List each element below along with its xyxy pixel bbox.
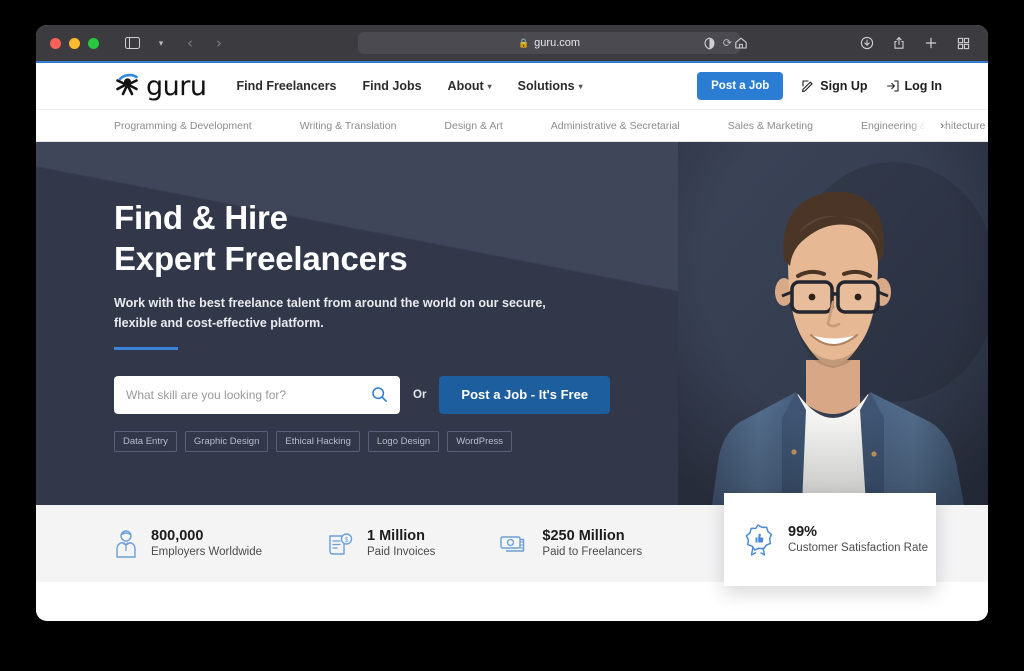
toolbar-right-group [696, 25, 976, 61]
or-label: Or [413, 388, 427, 401]
stats-bar: 800,000 Employers Worldwide $ 1 Million … [36, 493, 988, 586]
search-icon [372, 387, 387, 403]
stat-paid-freelancers: $250 Million Paid to Freelancers [499, 527, 642, 560]
guru-mark-icon [116, 73, 138, 96]
stat-number: 800,000 [151, 527, 204, 544]
category-administrative-secretarial[interactable]: Administrative & Secretarial [551, 120, 680, 132]
navigation-controls: ▾ ‹ › [119, 31, 232, 55]
edit-pencil-icon [802, 80, 813, 93]
post-a-job-free-button[interactable]: Post a Job - It's Free [439, 375, 611, 414]
hero-subtitle: Work with the best freelance talent from… [114, 294, 988, 333]
satisfaction-text: 99% Customer Satisfaction Rate [788, 523, 928, 556]
log-in-link[interactable]: Log In [886, 79, 943, 93]
nav-label: About [447, 79, 484, 93]
log-in-label: Log In [904, 79, 943, 93]
stat-label: Paid Invoices [367, 546, 436, 559]
tag-logo-design[interactable]: Logo Design [367, 430, 440, 452]
hero-title-line-2: Expert Freelancers [114, 239, 408, 277]
guru-logo-text: guru [146, 70, 207, 102]
sidebar-toggle-icon[interactable] [119, 31, 145, 55]
browser-titlebar: ▾ ‹ › 🔒 guru.com ⟳ [36, 25, 988, 61]
employer-person-icon [116, 529, 136, 558]
stat-label: Paid to Freelancers [542, 546, 643, 559]
page-bottom-area [36, 582, 988, 620]
plus-icon[interactable] [918, 31, 944, 55]
address-bar[interactable]: 🔒 guru.com ⟳ [358, 32, 740, 54]
tag-data-entry[interactable]: Data Entry [114, 430, 177, 452]
category-sales-marketing[interactable]: Sales & Marketing [728, 120, 813, 132]
site-header: guru Find Freelancers Find Jobs About ▾ S… [36, 61, 988, 109]
satisfaction-badge-icon [745, 523, 773, 556]
chevron-down-icon[interactable]: ▾ [148, 31, 174, 55]
main-navigation: Find Freelancers Find Jobs About ▾ Soluti… [236, 79, 582, 93]
search-input[interactable] [126, 387, 371, 402]
stat-number: $250 Million [542, 527, 625, 544]
satisfaction-card: 99% Customer Satisfaction Rate [724, 493, 936, 586]
nav-solutions[interactable]: Solutions ▾ [518, 79, 583, 93]
back-arrow-icon[interactable]: ‹ [177, 31, 203, 55]
satisfaction-label: Customer Satisfaction Rate [788, 542, 928, 555]
nav-label: Find Freelancers [236, 79, 337, 93]
search-box[interactable] [114, 375, 400, 414]
login-arrow-icon [886, 80, 899, 92]
browser-window: ▾ ‹ › 🔒 guru.com ⟳ guru Find Freelancers… [36, 25, 988, 621]
invoice-icon: $ [329, 532, 353, 555]
chevron-down-icon: ▾ [578, 81, 583, 91]
accent-divider [114, 346, 178, 350]
post-a-job-button[interactable]: Post a Job [697, 72, 784, 100]
share-icon[interactable] [886, 31, 912, 55]
stat-employers: 800,000 Employers Worldwide [114, 527, 262, 560]
category-nav: Programming & Development Writing & Tran… [36, 109, 988, 142]
header-actions: Post a Job Sign Up Log In [697, 72, 942, 100]
guru-logo[interactable]: guru [114, 70, 207, 102]
sign-up-link[interactable]: Sign Up [801, 79, 868, 93]
stat-text: $250 Million Paid to Freelancers [542, 527, 642, 560]
hero-subtitle-line-2: flexible and cost-effective platform. [114, 315, 324, 330]
satisfaction-number: 99% [788, 523, 818, 540]
chevron-down-icon: ▾ [487, 81, 492, 91]
stat-label: Employers Worldwide [151, 546, 262, 559]
stat-invoices: $ 1 Million Paid Invoices [326, 527, 435, 560]
stat-text: 1 Million Paid Invoices [367, 527, 435, 560]
nav-find-freelancers[interactable]: Find Freelancers [236, 79, 336, 93]
screen: ▾ ‹ › 🔒 guru.com ⟳ guru Find Freelancers… [0, 0, 1024, 671]
hero-section: Find & Hire Expert Freelancers Work with… [36, 142, 988, 505]
hero-subtitle-line-1: Work with the best freelance talent from… [114, 296, 546, 311]
hero-content: Find & Hire Expert Freelancers Work with… [36, 142, 988, 452]
window-controls [50, 37, 99, 49]
category-writing-translation[interactable]: Writing & Translation [300, 120, 397, 132]
close-window-button[interactable] [50, 37, 61, 49]
lock-icon: 🔒 [517, 37, 530, 48]
category-scroll-right-icon[interactable]: › [910, 110, 944, 141]
tag-ethical-hacking[interactable]: Ethical Hacking [276, 430, 360, 452]
category-programming-development[interactable]: Programming & Development [114, 120, 252, 132]
nav-about[interactable]: About ▾ [448, 79, 492, 93]
sign-up-label: Sign Up [820, 79, 868, 93]
page-title: Find & Hire Expert Freelancers [114, 198, 988, 279]
minimize-window-button[interactable] [69, 37, 80, 49]
downloads-icon[interactable] [854, 31, 880, 55]
hero-search-row: Or Post a Job - It's Free [114, 375, 988, 414]
tab-overview-icon[interactable] [950, 31, 976, 55]
tag-graphic-design[interactable]: Graphic Design [184, 430, 269, 452]
tag-wordpress[interactable]: WordPress [447, 430, 513, 452]
reader-contrast-icon[interactable] [696, 31, 722, 55]
nav-label: Find Jobs [362, 79, 422, 93]
stat-text: 800,000 Employers Worldwide [151, 527, 262, 560]
popular-skill-tags: Data Entry Graphic Design Ethical Hackin… [114, 430, 988, 452]
stat-number: 1 Million [367, 527, 425, 544]
maximize-window-button[interactable] [88, 37, 99, 49]
address-bar-text: guru.com [534, 37, 581, 49]
home-icon[interactable] [728, 31, 754, 55]
nav-find-jobs[interactable]: Find Jobs [363, 79, 422, 93]
category-design-art[interactable]: Design & Art [444, 120, 502, 132]
nav-label: Solutions [517, 79, 575, 93]
forward-arrow-icon[interactable]: › [206, 31, 232, 55]
svg-text:$: $ [345, 537, 349, 544]
hero-title-line-1: Find & Hire [114, 199, 288, 236]
money-icon [500, 535, 525, 552]
